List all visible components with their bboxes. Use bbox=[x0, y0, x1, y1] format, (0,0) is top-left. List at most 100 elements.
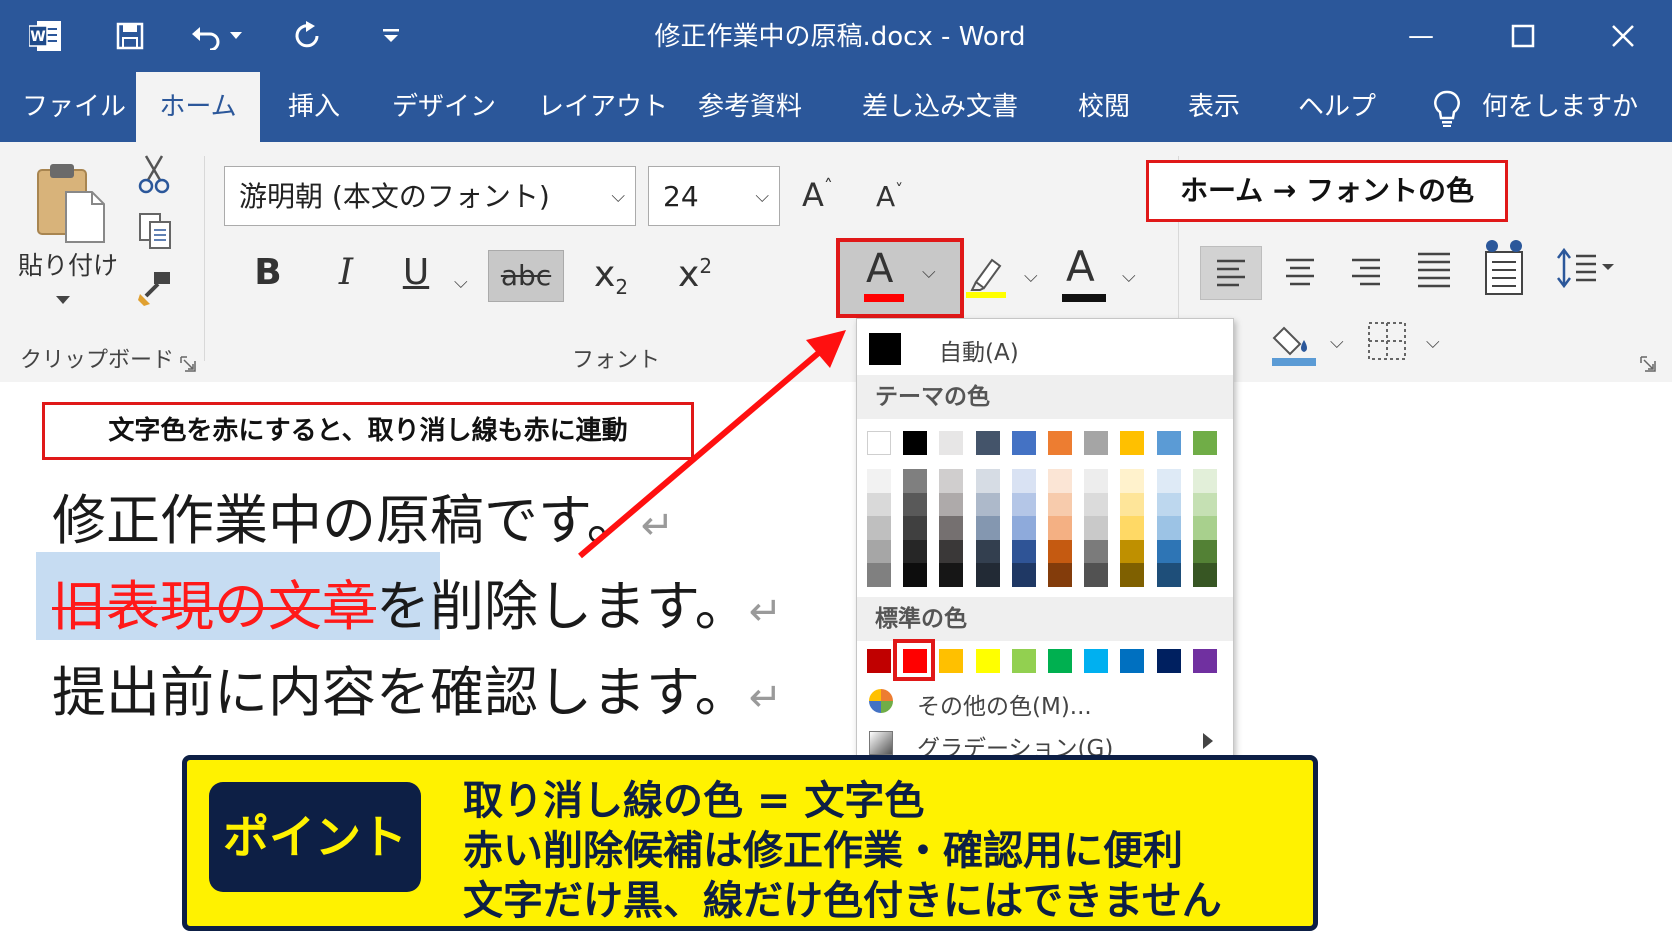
theme-color-swatch[interactable] bbox=[867, 431, 891, 455]
text-color-dropdown-icon[interactable]: ⌵ bbox=[1122, 266, 1136, 287]
theme-shade-swatch[interactable] bbox=[1120, 539, 1145, 564]
theme-shade-swatch[interactable] bbox=[1048, 539, 1072, 564]
chevron-down-icon[interactable]: ⌵ bbox=[611, 167, 625, 227]
standard-color-swatch[interactable] bbox=[1048, 649, 1072, 673]
theme-shade-swatch[interactable] bbox=[1120, 469, 1145, 493]
lightbulb-icon[interactable] bbox=[1432, 90, 1462, 132]
paste-label[interactable]: 貼り付け bbox=[18, 246, 118, 282]
close-button[interactable] bbox=[1598, 14, 1648, 58]
theme-shade-swatch[interactable] bbox=[1011, 492, 1036, 517]
theme-shade-swatch[interactable] bbox=[1084, 539, 1109, 564]
align-left-icon[interactable] bbox=[1200, 246, 1262, 300]
tab-help[interactable]: ヘルプ bbox=[1298, 72, 1376, 142]
tell-me-search[interactable]: 何をしますか bbox=[1482, 72, 1638, 142]
tab-review[interactable]: 校閲 bbox=[1078, 72, 1130, 142]
subscript-button[interactable]: x2 bbox=[594, 254, 628, 299]
paste-icon[interactable] bbox=[34, 156, 110, 252]
theme-shade-swatch[interactable] bbox=[939, 492, 964, 517]
clipboard-dialog-launcher-icon[interactable] bbox=[180, 356, 196, 376]
theme-shade-swatch[interactable] bbox=[975, 492, 1000, 517]
theme-shade-swatch[interactable] bbox=[867, 563, 891, 587]
undo-dropdown-icon[interactable] bbox=[228, 14, 244, 58]
grow-font-button[interactable]: A˄ bbox=[802, 176, 833, 214]
superscript-button[interactable]: x2 bbox=[678, 254, 712, 295]
theme-color-swatch[interactable] bbox=[1120, 431, 1145, 455]
tab-file[interactable]: ファイル bbox=[22, 72, 126, 142]
underline-dropdown-icon[interactable]: ⌵ bbox=[454, 272, 468, 293]
standard-color-swatch[interactable] bbox=[903, 649, 928, 673]
justify-icon[interactable] bbox=[1414, 242, 1454, 302]
theme-shade-swatch[interactable] bbox=[1156, 563, 1181, 587]
align-right-icon[interactable] bbox=[1346, 246, 1386, 302]
tab-references[interactable]: 参考資料 bbox=[698, 72, 802, 142]
borders-icon[interactable] bbox=[1366, 320, 1408, 366]
automatic-color-item[interactable]: 自動(A) bbox=[857, 319, 1233, 375]
theme-shade-swatch[interactable] bbox=[939, 563, 964, 587]
theme-shade-swatch[interactable] bbox=[1084, 563, 1109, 587]
theme-color-swatch[interactable] bbox=[975, 431, 1000, 455]
redo-icon[interactable] bbox=[290, 14, 326, 58]
line-spacing-icon[interactable] bbox=[1556, 246, 1616, 298]
theme-shade-swatch[interactable] bbox=[1156, 492, 1181, 517]
cut-icon[interactable] bbox=[136, 154, 172, 198]
copy-icon[interactable] bbox=[138, 212, 174, 254]
document-paragraph-3[interactable]: 提出前に内容を確認します。↵ bbox=[52, 648, 782, 727]
theme-shade-swatch[interactable] bbox=[1048, 563, 1072, 587]
theme-shade-swatch[interactable] bbox=[1192, 563, 1217, 587]
chevron-down-icon[interactable]: ⌵ bbox=[755, 167, 769, 227]
theme-shade-swatch[interactable] bbox=[1120, 516, 1145, 540]
theme-shade-swatch[interactable] bbox=[903, 492, 928, 517]
theme-shade-swatch[interactable] bbox=[1048, 516, 1072, 540]
theme-color-swatch[interactable] bbox=[903, 431, 928, 455]
shrink-font-button[interactable]: A˅ bbox=[876, 180, 903, 213]
theme-shade-swatch[interactable] bbox=[1156, 516, 1181, 540]
theme-shade-swatch[interactable] bbox=[1192, 516, 1217, 540]
text-color-letter[interactable]: A bbox=[1066, 242, 1095, 291]
standard-color-swatch[interactable] bbox=[975, 649, 1000, 673]
minimize-button[interactable]: — bbox=[1396, 14, 1446, 58]
italic-button[interactable]: I bbox=[322, 252, 370, 293]
theme-color-swatch[interactable] bbox=[1048, 431, 1072, 455]
standard-color-swatch[interactable] bbox=[1011, 649, 1036, 673]
theme-shade-swatch[interactable] bbox=[1084, 492, 1109, 517]
borders-dropdown-icon[interactable]: ⌵ bbox=[1426, 332, 1440, 353]
maximize-button[interactable] bbox=[1498, 14, 1548, 58]
theme-shade-swatch[interactable] bbox=[1192, 469, 1217, 493]
theme-shade-swatch[interactable] bbox=[1192, 492, 1217, 517]
shading-dropdown-icon[interactable]: ⌵ bbox=[1330, 332, 1344, 353]
theme-shade-swatch[interactable] bbox=[1048, 469, 1072, 493]
theme-shade-swatch[interactable] bbox=[1011, 563, 1036, 587]
theme-shade-swatch[interactable] bbox=[939, 469, 964, 493]
theme-shade-swatch[interactable] bbox=[1156, 469, 1181, 493]
standard-color-swatch[interactable] bbox=[867, 649, 891, 673]
theme-shade-swatch[interactable] bbox=[975, 516, 1000, 540]
strikethrough-button[interactable]: abc bbox=[488, 250, 564, 302]
undo-icon[interactable] bbox=[186, 14, 226, 58]
underline-button[interactable]: U bbox=[392, 252, 440, 293]
align-center-icon[interactable] bbox=[1280, 246, 1320, 302]
theme-shade-swatch[interactable] bbox=[1120, 563, 1145, 587]
more-colors-item[interactable]: その他の色(M)... bbox=[857, 679, 1233, 723]
font-size-combobox[interactable]: 24 ⌵ bbox=[648, 166, 780, 226]
standard-color-swatch[interactable] bbox=[1120, 649, 1145, 673]
theme-shade-swatch[interactable] bbox=[975, 539, 1000, 564]
theme-shade-swatch[interactable] bbox=[1084, 469, 1109, 493]
theme-shade-swatch[interactable] bbox=[1120, 492, 1145, 517]
word-app-icon[interactable]: W bbox=[26, 14, 66, 58]
paragraph-dialog-launcher-icon[interactable] bbox=[1640, 356, 1656, 376]
tab-insert[interactable]: 挿入 bbox=[288, 72, 340, 142]
theme-shade-swatch[interactable] bbox=[903, 563, 928, 587]
theme-shade-swatch[interactable] bbox=[1011, 516, 1036, 540]
document-paragraph-2[interactable]: 旧表現の文章を削除します。↵ bbox=[52, 562, 782, 641]
bold-button[interactable]: B bbox=[244, 252, 292, 293]
theme-shade-swatch[interactable] bbox=[1192, 539, 1217, 564]
theme-shade-swatch[interactable] bbox=[1156, 539, 1181, 564]
highlight-dropdown-icon[interactable]: ⌵ bbox=[1024, 266, 1038, 287]
theme-shade-swatch[interactable] bbox=[939, 516, 964, 540]
theme-shade-swatch[interactable] bbox=[867, 516, 891, 540]
tab-design[interactable]: デザイン bbox=[392, 72, 496, 142]
format-painter-icon[interactable] bbox=[138, 270, 174, 310]
theme-shade-swatch[interactable] bbox=[1084, 516, 1109, 540]
theme-shade-swatch[interactable] bbox=[939, 539, 964, 564]
theme-shade-swatch[interactable] bbox=[975, 469, 1000, 493]
